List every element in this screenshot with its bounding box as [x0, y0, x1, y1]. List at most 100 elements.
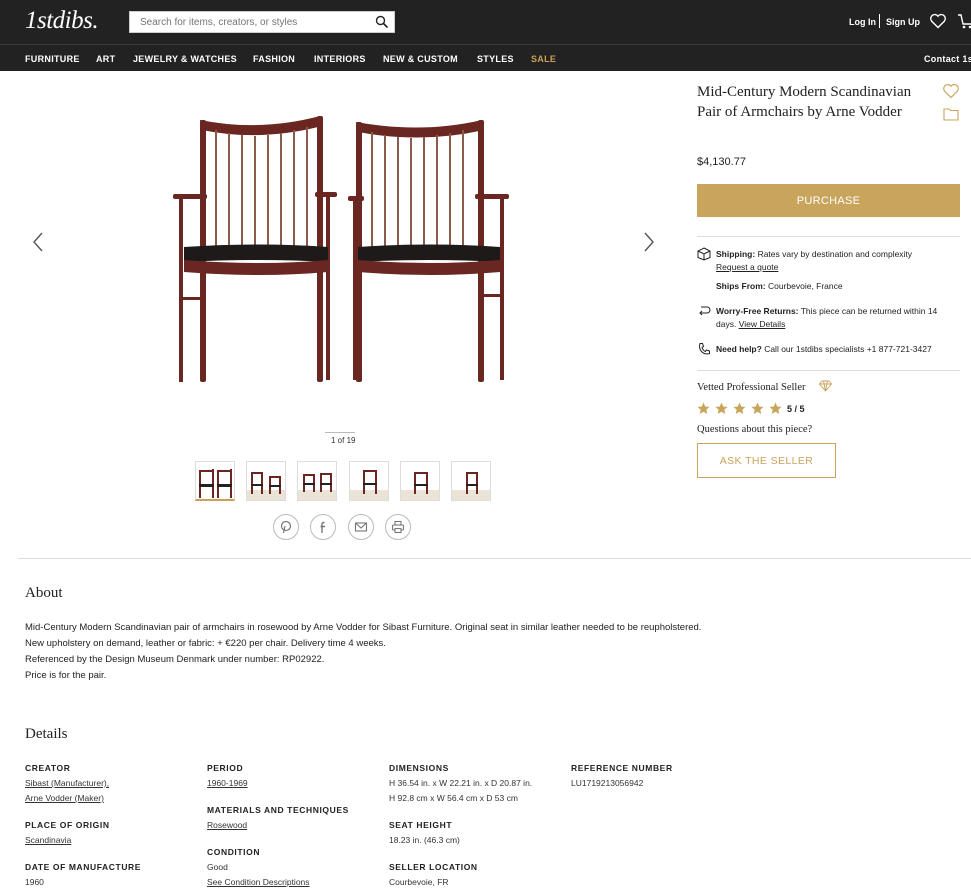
- nav-art[interactable]: ART: [96, 54, 115, 64]
- thumbnail-5[interactable]: [400, 461, 440, 501]
- seat-height-label: SEAT HEIGHT: [389, 820, 453, 830]
- dimensions-value: H 36.54 in. x W 22.21 in. x D 20.87 in. …: [389, 776, 532, 806]
- thumbnail-4[interactable]: [349, 461, 389, 501]
- heart-icon[interactable]: [929, 12, 947, 30]
- condition-text: Good: [207, 862, 228, 872]
- signup-link[interactable]: Sign Up: [886, 17, 920, 27]
- rating-value: 5 / 5: [787, 404, 805, 414]
- chevron-right-icon[interactable]: [640, 231, 656, 253]
- reference-label: REFERENCE NUMBER: [571, 763, 673, 773]
- seller-location-value: Courbevoie, FR: [389, 877, 449, 887]
- dimensions-label: DIMENSIONS: [389, 763, 449, 773]
- period-link[interactable]: 1960-1969: [207, 778, 248, 788]
- ships-from-value: Courbevoie, France: [767, 281, 843, 291]
- star-icon: [715, 402, 728, 414]
- period-label: PERIOD: [207, 763, 244, 773]
- nav-new-custom[interactable]: NEW & CUSTOM: [383, 54, 458, 64]
- nav-styles[interactable]: STYLES: [477, 54, 514, 64]
- materials-link[interactable]: Rosewood: [207, 820, 247, 830]
- thumbnail-2[interactable]: [246, 461, 286, 501]
- thumbnail-6[interactable]: [451, 461, 491, 501]
- period-value: 1960-1969: [207, 776, 248, 791]
- seller-location-label: SELLER LOCATION: [389, 862, 478, 872]
- shipping-label: Shipping:: [716, 249, 756, 259]
- seat-height-value: 18.23 in. (46.3 cm): [389, 835, 460, 845]
- help-text[interactable]: Call our 1stdibs specialists +1 877-721-…: [764, 344, 932, 354]
- help-info: Need help? Call our 1stdibs specialists …: [716, 343, 932, 356]
- origin-value: Scandinavia: [25, 833, 71, 848]
- search-icon[interactable]: [375, 15, 389, 29]
- folder-icon[interactable]: [943, 107, 959, 121]
- request-quote-link[interactable]: Request a quote: [716, 262, 778, 272]
- nav-furniture[interactable]: FURNITURE: [25, 54, 80, 64]
- product-image[interactable]: [160, 102, 530, 392]
- search-box[interactable]: [129, 11, 395, 33]
- purchase-button[interactable]: PURCHASE: [697, 184, 960, 217]
- condition-value: Good See Condition Descriptions: [207, 860, 310, 890]
- search-input[interactable]: [140, 15, 365, 30]
- ask-seller-button[interactable]: ASK THE SELLER: [697, 443, 836, 478]
- chair-right: [348, 120, 509, 382]
- creator-link[interactable]: Arne Vodder (Maker): [25, 793, 104, 803]
- ships-from-label: Ships From:: [716, 281, 766, 291]
- shipping-text: Rates vary by destination and complexity: [757, 249, 913, 259]
- view-details-link[interactable]: View Details: [739, 319, 786, 329]
- print-icon[interactable]: [385, 514, 411, 540]
- site-logo[interactable]: 1stdibs.: [25, 7, 99, 35]
- star-icon: [769, 402, 782, 414]
- cart-icon[interactable]: [957, 12, 971, 30]
- returns-label: Worry-Free Returns:: [716, 306, 799, 316]
- product-price: $4,130.77: [697, 156, 746, 168]
- top-header: 1stdibs. Log In Sign Up: [0, 0, 971, 44]
- thumbnail-1[interactable]: [195, 461, 235, 501]
- nav-sale[interactable]: SALE: [531, 54, 556, 64]
- origin-link[interactable]: Scandinavia: [25, 835, 71, 845]
- reference-value: LU1719213056942: [571, 778, 644, 788]
- facebook-icon[interactable]: [310, 514, 336, 540]
- dimensions-in: H 36.54 in. x W 22.21 in. x D 20.87 in.: [389, 778, 533, 788]
- phone-icon: [699, 343, 710, 355]
- return-icon: [699, 306, 711, 316]
- condition-link[interactable]: See Condition Descriptions: [207, 877, 310, 887]
- star-icon: [733, 402, 746, 414]
- star-icon: [751, 402, 764, 414]
- returns-info: Worry-Free Returns: This piece can be re…: [716, 305, 956, 331]
- about-paragraph: Referenced by the Design Museum Denmark …: [25, 654, 325, 665]
- main-nav: FURNITURE ART JEWELRY & WATCHES FASHION …: [0, 44, 971, 71]
- chevron-left-icon[interactable]: [31, 231, 47, 253]
- header-divider: [879, 14, 880, 28]
- image-counter: 1 of 19: [331, 436, 356, 445]
- heart-icon[interactable]: [942, 82, 960, 100]
- materials-value: Rosewood: [207, 818, 247, 833]
- nav-fashion[interactable]: FASHION: [253, 54, 295, 64]
- questions-label: Questions about this piece?: [697, 424, 813, 435]
- chair-left: [173, 116, 337, 382]
- divider: [697, 370, 960, 371]
- counter-divider: [325, 432, 355, 433]
- dimensions-cm: H 92.8 cm x W 56.4 cm x D 53 cm: [389, 793, 518, 803]
- details-heading: Details: [25, 726, 68, 742]
- divider: [697, 236, 960, 237]
- creator-link[interactable]: Sibast (Manufacturer),: [25, 778, 109, 788]
- date-label: DATE OF MANUFACTURE: [25, 862, 142, 872]
- about-paragraph: Mid-Century Modern Scandinavian pair of …: [25, 622, 702, 649]
- section-divider: [18, 558, 971, 559]
- condition-label: CONDITION: [207, 847, 261, 857]
- vetted-seller-label: Vetted Professional Seller: [697, 382, 806, 393]
- box-icon: [697, 247, 711, 261]
- nav-interiors[interactable]: INTERIORS: [314, 54, 366, 64]
- login-link[interactable]: Log In: [849, 17, 876, 27]
- nav-jewelry-watches[interactable]: JEWELRY & WATCHES: [133, 54, 237, 64]
- diamond-icon: [819, 380, 832, 392]
- creator-label: CREATOR: [25, 763, 71, 773]
- thumbnail-3[interactable]: [297, 461, 337, 501]
- materials-label: MATERIALS AND TECHNIQUES: [207, 805, 349, 815]
- pinterest-icon[interactable]: [273, 514, 299, 540]
- help-label: Need help?: [716, 344, 762, 354]
- nav-contact[interactable]: Contact 1stdibs: [924, 54, 971, 64]
- date-value: 1960: [25, 877, 44, 887]
- about-heading: About: [25, 585, 63, 601]
- email-icon[interactable]: [348, 514, 374, 540]
- origin-label: PLACE OF ORIGIN: [25, 820, 110, 830]
- product-title: Mid-Century Modern Scandinavian Pair of …: [697, 84, 912, 120]
